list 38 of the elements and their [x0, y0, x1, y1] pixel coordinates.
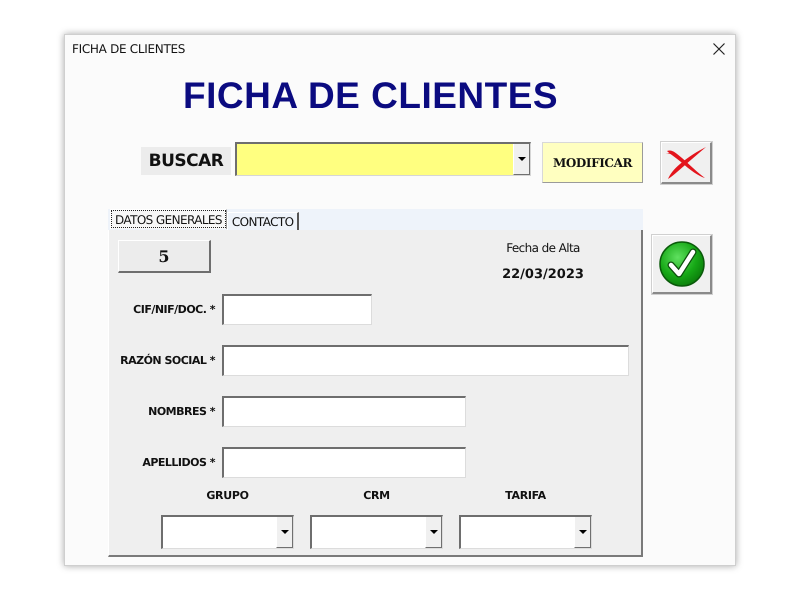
search-label: BUSCAR — [141, 147, 231, 175]
dropdown-button[interactable] — [425, 517, 442, 548]
caret-icon — [430, 530, 438, 534]
record-number: 5 — [118, 240, 211, 273]
confirm-button[interactable] — [652, 235, 712, 294]
text-field[interactable] — [222, 447, 466, 478]
dropdown-button[interactable] — [574, 517, 591, 548]
dropdown-label: CRM — [363, 489, 390, 503]
field-label: CIF/NIF/DOC. * — [133, 303, 216, 316]
date-label: Fecha de Alta — [506, 240, 580, 256]
tab[interactable]: CONTACTO — [226, 212, 300, 230]
field-label: RAZÓN SOCIAL * — [120, 354, 216, 367]
window-title: FICHA DE CLIENTES — [72, 42, 186, 56]
form-heading: FICHA DE CLIENTES — [183, 76, 558, 116]
modify-button[interactable]: MODIFICAR — [542, 142, 643, 183]
date-value: 22/03/2023 — [502, 267, 584, 283]
caret-icon — [518, 157, 526, 161]
search-dropdown[interactable] — [235, 142, 531, 176]
caret-icon — [578, 530, 586, 534]
dropdown-label: TARIFA — [505, 489, 546, 503]
dropdown-field[interactable] — [459, 515, 592, 549]
text-field[interactable] — [222, 396, 466, 427]
dropdown-field[interactable] — [310, 515, 443, 549]
cancel-button[interactable] — [661, 142, 712, 184]
field-label: NOMBRES * — [148, 405, 216, 418]
text-field[interactable] — [222, 294, 372, 325]
field-label: APELLIDOS * — [142, 456, 216, 469]
close-icon — [713, 43, 725, 55]
close-button[interactable] — [713, 43, 725, 55]
text-field[interactable] — [222, 345, 629, 376]
checkmark-icon — [658, 241, 704, 287]
tab[interactable]: DATOS GENERALES — [110, 209, 227, 229]
dropdown-button[interactable] — [513, 144, 530, 175]
dropdown-button[interactable] — [276, 517, 293, 548]
caret-icon — [280, 530, 288, 534]
cross-icon — [664, 144, 708, 180]
dropdown-field[interactable] — [161, 515, 294, 549]
dropdown-label: GRUPO — [206, 489, 249, 503]
